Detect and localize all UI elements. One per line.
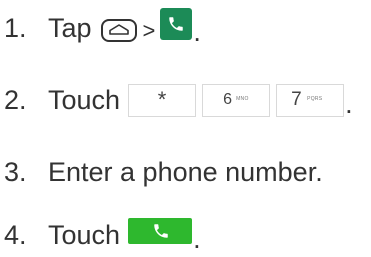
- step-number: 1.: [4, 12, 27, 43]
- step-number: 3.: [4, 156, 27, 187]
- home-outline-icon: [108, 23, 129, 35]
- step-text: Enter a phone number.: [48, 156, 323, 187]
- period: .: [345, 88, 353, 119]
- phone-handset-icon: [154, 224, 168, 238]
- phone-handset-icon: [169, 17, 184, 31]
- step-1: 1. Tap > .: [0, 8, 201, 48]
- seven-key-digit: 7: [291, 88, 302, 110]
- separator: >: [142, 18, 156, 43]
- six-key[interactable]: 6 MNO: [202, 83, 271, 117]
- step-number: 2.: [4, 84, 27, 115]
- call-button-icon[interactable]: [128, 218, 193, 244]
- seven-key-letters: PQRS: [307, 95, 323, 102]
- six-key-letters: MNO: [236, 95, 249, 102]
- step-text: Touch: [48, 84, 121, 115]
- star-key-label: *: [157, 86, 167, 112]
- phone-app-icon[interactable]: [160, 8, 193, 40]
- step-text: Tap: [48, 12, 92, 43]
- step-3: 3. Enter a phone number.: [0, 152, 323, 192]
- seven-key[interactable]: 7 PQRS: [276, 83, 345, 117]
- step-2: 2. Touch * 6 MNO 7 PQRS .: [0, 80, 353, 120]
- step-number: 4.: [4, 219, 27, 250]
- period: .: [193, 16, 201, 47]
- step-4: 4. Touch .: [0, 215, 201, 255]
- star-key[interactable]: *: [128, 83, 197, 117]
- period: .: [193, 223, 201, 254]
- six-key-digit: 6: [223, 90, 232, 108]
- home-key-icon[interactable]: [100, 18, 137, 42]
- step-text: Touch: [48, 219, 121, 250]
